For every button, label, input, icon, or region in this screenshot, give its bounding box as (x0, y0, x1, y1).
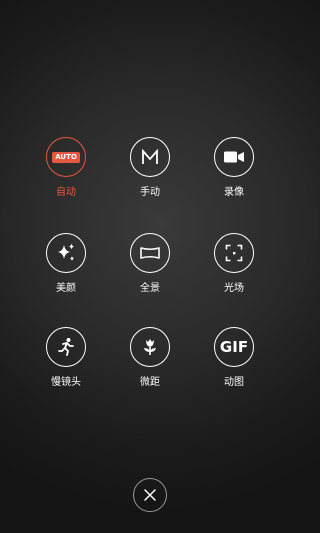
mode-gif-label: 动图 (224, 377, 244, 388)
mode-slowmotion-label: 慢镜头 (51, 377, 81, 388)
mode-beauty-circle (46, 233, 86, 273)
mode-panorama-label: 全景 (140, 283, 160, 294)
mode-auto-label: 自动 (56, 187, 76, 198)
mode-gif[interactable]: GIF 动图 (199, 327, 269, 397)
flower-icon (144, 339, 156, 355)
mode-manual-circle (130, 137, 170, 177)
close-button[interactable] (133, 478, 167, 512)
mode-manual-label: 手动 (140, 187, 160, 198)
mode-lightfield[interactable]: 光场 (199, 233, 269, 303)
mode-video-label: 录像 (224, 187, 244, 198)
close-icon (144, 489, 156, 501)
mode-macro-label: 微距 (140, 377, 160, 388)
mode-video[interactable]: 录像 (199, 137, 269, 207)
auto-icon: AUTO (52, 151, 80, 163)
mode-beauty-label: 美颜 (56, 283, 76, 294)
mode-slowmotion[interactable]: 慢镜头 (31, 327, 101, 397)
sparkle-icon (58, 243, 74, 261)
mode-beauty[interactable]: 美颜 (31, 233, 101, 303)
mode-lightfield-circle (214, 233, 254, 273)
mode-lightfield-label: 光场 (224, 283, 244, 294)
mode-macro[interactable]: 微距 (115, 327, 185, 397)
mode-slowmotion-circle (46, 327, 86, 367)
mode-panorama[interactable]: 全景 (115, 233, 185, 303)
gif-icon: GIF (219, 338, 249, 356)
mode-auto-circle: AUTO (46, 137, 86, 177)
running-person-icon (58, 338, 74, 356)
mode-auto[interactable]: AUTO 自动 (31, 137, 101, 207)
focus-frame-icon (225, 244, 243, 262)
mode-video-circle (214, 137, 254, 177)
mode-manual[interactable]: 手动 (115, 137, 185, 207)
camera-mode-grid: AUTO 自动 手动 录像 美颜 全景 光场 慢镜头 微距 GIF 动图 (0, 0, 300, 533)
panorama-icon (140, 247, 160, 259)
mode-macro-circle (130, 327, 170, 367)
mode-gif-circle: GIF (214, 327, 254, 367)
video-camera-icon (224, 151, 244, 163)
mode-panorama-circle (130, 233, 170, 273)
manual-m-icon (142, 149, 158, 164)
